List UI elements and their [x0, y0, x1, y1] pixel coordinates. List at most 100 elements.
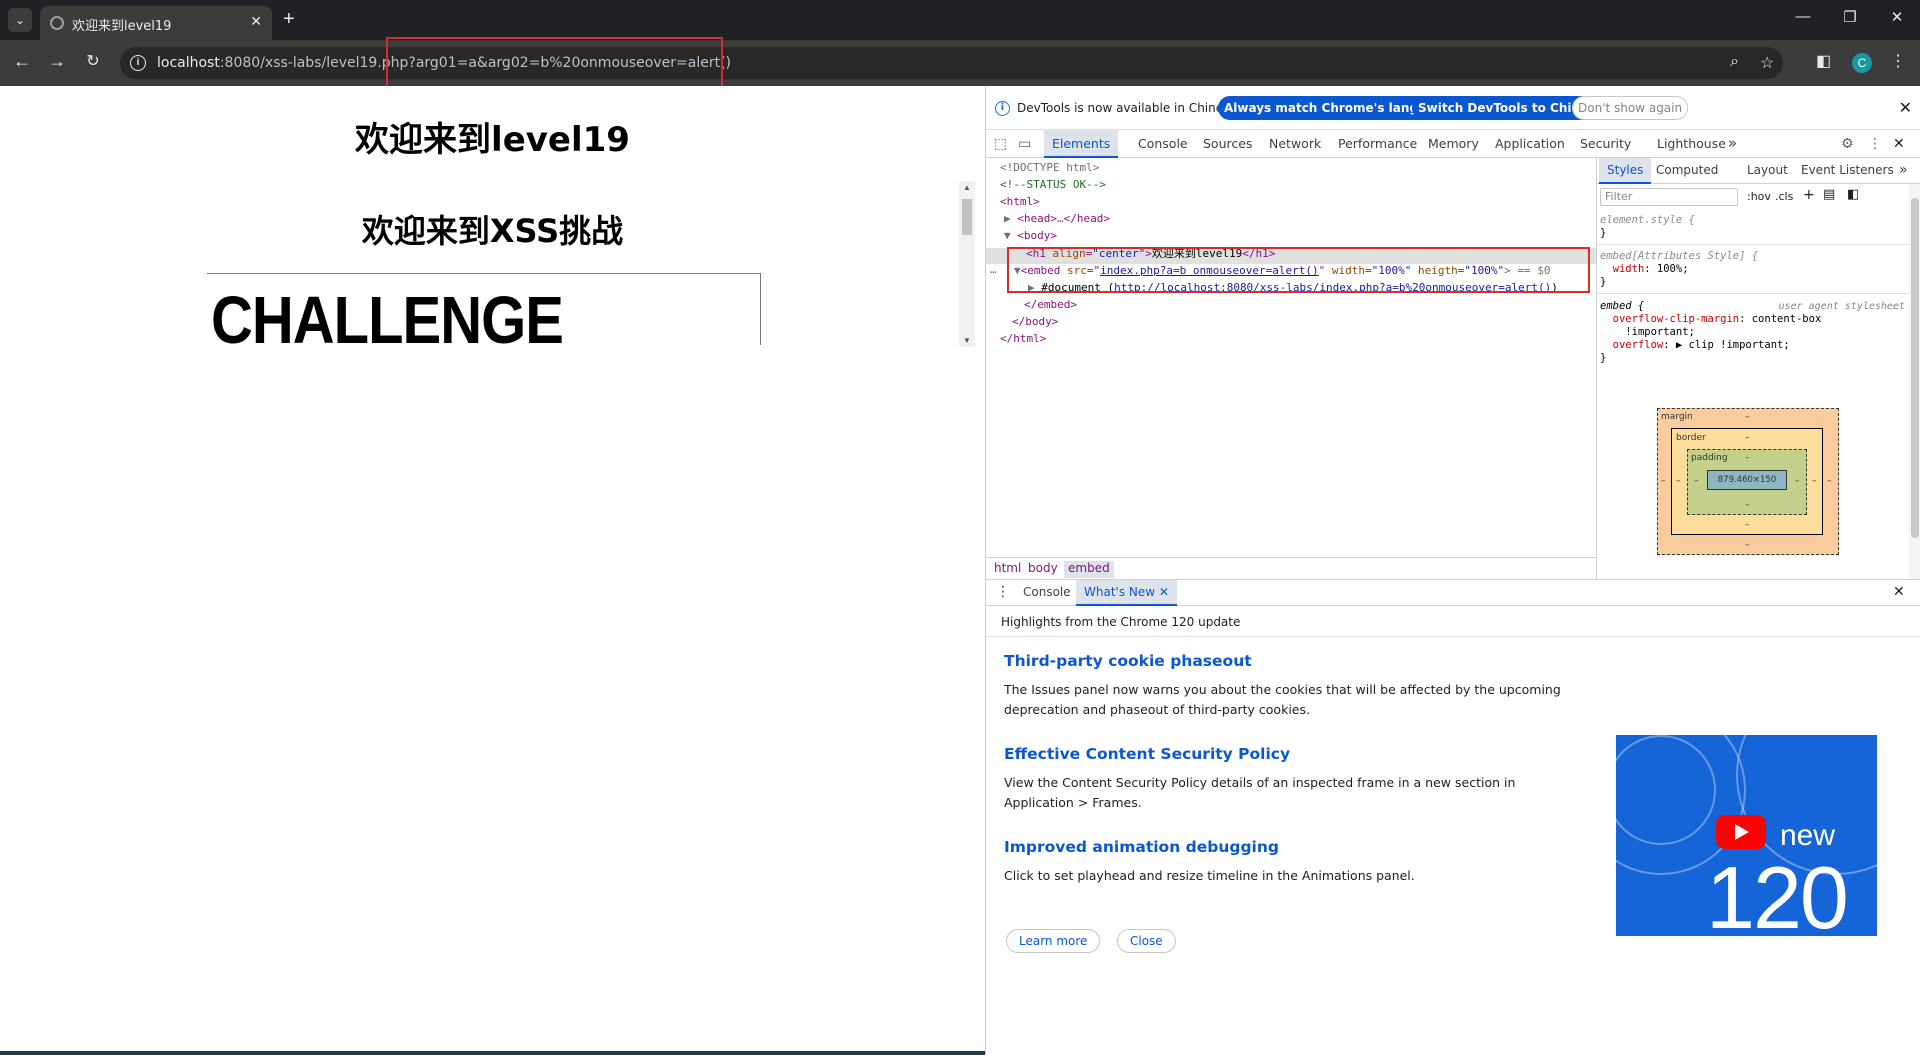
styles-scrollbar[interactable] [1909, 184, 1920, 579]
whats-new-subtitle: Highlights from the Chrome 120 update [1001, 615, 1241, 629]
close-button[interactable]: Close [1117, 929, 1176, 953]
drawer-tab-console[interactable]: Console [1023, 580, 1071, 606]
rule-divider [1597, 244, 1913, 245]
tab-search-button[interactable]: ⌄ [8, 8, 32, 32]
border-left-value: – [1676, 476, 1681, 486]
tab-performance[interactable]: Performance [1338, 130, 1417, 158]
tab-lighthouse[interactable]: Lighthouse [1657, 130, 1726, 158]
feature-body: The Issues panel now warns you about the… [1004, 682, 1561, 717]
page-heading-xss: 欢迎来到XSS挑战 [361, 212, 624, 250]
taskbar-edge [0, 1051, 985, 1055]
rule-embed-attributes: embed[Attributes Style] { width: 100%; } [1600, 250, 1759, 288]
restore-button[interactable]: ❐ [1835, 8, 1865, 26]
styles-filter-input[interactable]: Filter [1600, 188, 1738, 206]
notice-message: DevTools is now available in Chinese! [1017, 101, 1242, 115]
tab-layout[interactable]: Layout [1747, 158, 1788, 184]
profile-avatar[interactable]: C [1852, 53, 1872, 73]
tab-event-listeners[interactable]: Event Listeners [1801, 158, 1894, 184]
breadcrumb: html body embed [986, 557, 1596, 579]
more-styles-tabs-button[interactable]: » [1899, 158, 1908, 184]
address-bar[interactable]: i localhost:8080/xss-labs/level19.php?ar… [120, 47, 1783, 79]
drawer-tab-whats-new[interactable]: What's New ✕ [1076, 580, 1177, 606]
info-icon: i [995, 101, 1010, 116]
globe-icon [50, 16, 64, 30]
close-whats-new-icon[interactable]: ✕ [1159, 585, 1169, 599]
head-node[interactable]: ▶ <head>…</head> [1004, 211, 1110, 227]
more-tabs-button[interactable]: » [1728, 130, 1737, 158]
minimize-button[interactable]: — [1788, 8, 1818, 25]
embed-frame[interactable]: CHALLENGE ACCEPTED [207, 273, 761, 345]
drawer-menu-icon[interactable]: ⋮ [996, 580, 1010, 606]
tab-styles[interactable]: Styles [1599, 158, 1652, 184]
padding-top-value: – [1745, 453, 1750, 463]
comment-node[interactable]: <!--STATUS OK--> [1000, 177, 1106, 193]
crumb-body[interactable]: body [1024, 561, 1062, 578]
tab-elements[interactable]: Elements [1044, 130, 1119, 158]
box-content[interactable]: 879.460×150 [1707, 470, 1787, 490]
margin-left-value: – [1661, 476, 1666, 486]
new-tab-button[interactable]: + [283, 8, 295, 30]
side-panel-icon[interactable]: ◧ [1816, 51, 1831, 71]
toggle-sidebar-icon[interactable]: ◧ [1847, 187, 1859, 202]
bookmark-star-icon[interactable]: ☆ [1760, 53, 1774, 73]
ua-stylesheet-label: user agent stylesheet [1778, 301, 1905, 312]
tab-application[interactable]: Application [1495, 130, 1565, 158]
inspect-element-icon[interactable]: ⬚ [994, 136, 1007, 152]
tab-console[interactable]: Console [1138, 130, 1188, 158]
site-info-icon[interactable]: i [130, 55, 146, 71]
paint-icon[interactable]: ▤ [1823, 187, 1835, 202]
url-host: localhost [157, 55, 220, 71]
html-close-node[interactable]: </html> [1000, 331, 1046, 347]
devtools-tabbar: ⬚ ▭ Elements Console Sources Network Per… [986, 130, 1920, 158]
feature-title[interactable]: Improved animation debugging [1004, 838, 1279, 856]
tab-security[interactable]: Security [1580, 130, 1631, 158]
new-rule-icon[interactable]: + [1803, 187, 1815, 203]
scroll-thumb[interactable] [1911, 198, 1919, 538]
tab-network[interactable]: Network [1269, 130, 1321, 158]
scroll-down-icon[interactable]: ▼ [963, 336, 971, 345]
chrome-120-promo-image[interactable]: new 120 [1616, 735, 1877, 936]
crumb-embed[interactable]: embed [1064, 561, 1114, 578]
feature-title[interactable]: Third-party cookie phaseout [1004, 652, 1252, 670]
settings-gear-icon[interactable]: ⚙ [1841, 136, 1854, 152]
cls-toggle[interactable]: .cls [1775, 190, 1793, 203]
close-window-button[interactable]: ✕ [1882, 8, 1912, 26]
devtools-menu-icon[interactable]: ⋮ [1868, 136, 1882, 152]
feature-title[interactable]: Effective Content Security Policy [1004, 745, 1290, 763]
tab-memory[interactable]: Memory [1428, 130, 1479, 158]
scroll-up-icon[interactable]: ▲ [963, 183, 971, 192]
menu-dots-icon[interactable]: ⋮ [1890, 51, 1906, 71]
tab-sources[interactable]: Sources [1203, 130, 1252, 158]
tab-computed[interactable]: Computed [1656, 158, 1718, 184]
forward-button[interactable]: → [45, 51, 69, 72]
styles-tabbar: Styles Computed Layout Event Listeners » [1597, 158, 1920, 184]
body-node[interactable]: ▼ <body> [1004, 228, 1057, 244]
node-actions-icon[interactable]: … [990, 262, 997, 278]
scroll-thumb[interactable] [962, 199, 972, 235]
drawer-tabbar: ⋮ Console What's New ✕ ✕ [986, 580, 1920, 606]
close-notice-icon[interactable]: ✕ [1899, 98, 1912, 117]
embed-scrollbar[interactable]: ▲ ▼ [959, 181, 975, 347]
reload-button[interactable]: ↻ [81, 51, 105, 71]
devtools-panel: i DevTools is now available in Chinese! … [985, 86, 1920, 1055]
embed-close-node[interactable]: </embed> [1024, 297, 1077, 313]
crumb-html[interactable]: html [990, 561, 1025, 578]
doctype-node[interactable]: <!DOCTYPE html> [1000, 160, 1099, 176]
close-tab-icon[interactable]: ✕ [250, 13, 262, 30]
close-drawer-icon[interactable]: ✕ [1893, 580, 1905, 606]
page-heading-level: 欢迎来到level19 [355, 120, 630, 160]
padding-right-value: – [1795, 476, 1800, 486]
body-close-node[interactable]: </body> [1012, 314, 1058, 330]
zoom-icon[interactable]: ⌕ [1730, 53, 1739, 71]
device-toolbar-icon[interactable]: ▭ [1018, 136, 1031, 152]
margin-top-value: – [1745, 412, 1750, 422]
browser-tab[interactable]: 欢迎来到level19 ✕ [40, 6, 272, 40]
learn-more-button[interactable]: Learn more [1006, 929, 1101, 953]
language-notice: i DevTools is now available in Chinese! … [986, 86, 1920, 130]
html-node[interactable]: <html> [1000, 194, 1040, 210]
close-devtools-icon[interactable]: ✕ [1893, 136, 1905, 152]
embed-annotation-box [1007, 247, 1590, 293]
hov-toggle[interactable]: :hov [1747, 190, 1771, 203]
dont-show-again-button[interactable]: Don't show again [1572, 96, 1689, 120]
back-button[interactable]: ← [10, 51, 34, 72]
